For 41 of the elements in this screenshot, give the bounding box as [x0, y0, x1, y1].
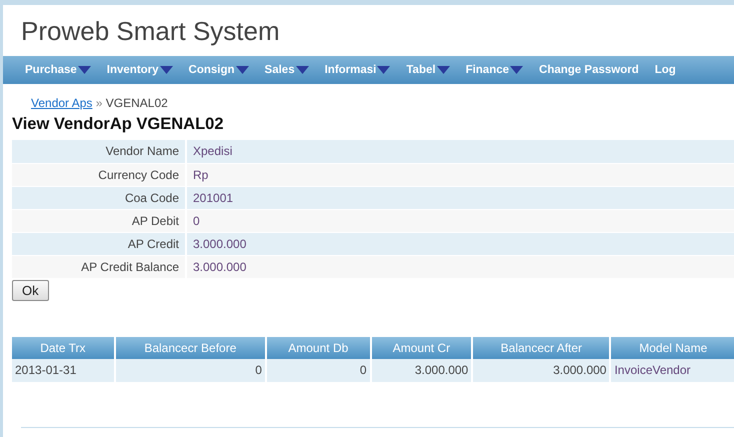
column-header[interactable]: Amount Db [266, 336, 371, 358]
page-heading: View VendorAp VGENAL02 [12, 114, 224, 134]
column-header[interactable]: Balancecr After [472, 336, 610, 358]
menu-item[interactable]: Informasi [316, 56, 398, 84]
field-value: 0 [186, 209, 734, 232]
menu-item[interactable]: Inventory [98, 56, 181, 84]
caret-icon [78, 66, 91, 74]
table-cell: 0 [266, 358, 371, 382]
field-value: 3.000.000 [186, 255, 734, 278]
menu-item[interactable]: Tabel [398, 56, 458, 84]
menu-item[interactable]: Sales [256, 56, 317, 84]
site-title: Proweb Smart System [21, 15, 280, 48]
column-header[interactable]: Date Trx [12, 336, 115, 358]
column-header[interactable]: Amount Cr [370, 336, 472, 358]
table-cell: InvoiceVendor [610, 358, 734, 382]
menu-item[interactable]: Log [646, 56, 684, 84]
menu-item[interactable]: Change Password [531, 56, 647, 84]
column-header[interactable]: Balancecr Before [114, 336, 266, 358]
breadcrumb-separator: » [96, 96, 102, 110]
caret-icon [296, 66, 309, 74]
table-cell: 0 [114, 358, 266, 382]
table-cell: 3.000.000 [370, 358, 472, 382]
field-value: Xpedisi [186, 140, 734, 163]
caret-icon [436, 66, 450, 74]
caret-icon [160, 66, 173, 74]
field-value: 3.000.000 [186, 232, 734, 255]
caret-icon [377, 66, 390, 74]
field-label: AP Credit Balance [12, 255, 186, 278]
caret-icon [510, 66, 524, 74]
menu-item[interactable]: Consign [180, 56, 257, 84]
table-cell: 3.000.000 [472, 358, 610, 382]
column-header[interactable]: Model Name [610, 336, 734, 358]
menu-item[interactable]: Finance [458, 56, 532, 84]
table-cell: 2013-01-31 [12, 358, 115, 382]
field-value: Rp [186, 163, 734, 186]
field-value: 201001 [186, 186, 734, 209]
breadcrumb-link[interactable]: Vendor Aps [31, 96, 92, 110]
breadcrumb-current: VGENAL02 [106, 96, 168, 110]
caret-icon [236, 66, 249, 74]
menu-item[interactable]: Purchase [17, 56, 99, 84]
ok-button[interactable]: Ok [12, 280, 49, 300]
